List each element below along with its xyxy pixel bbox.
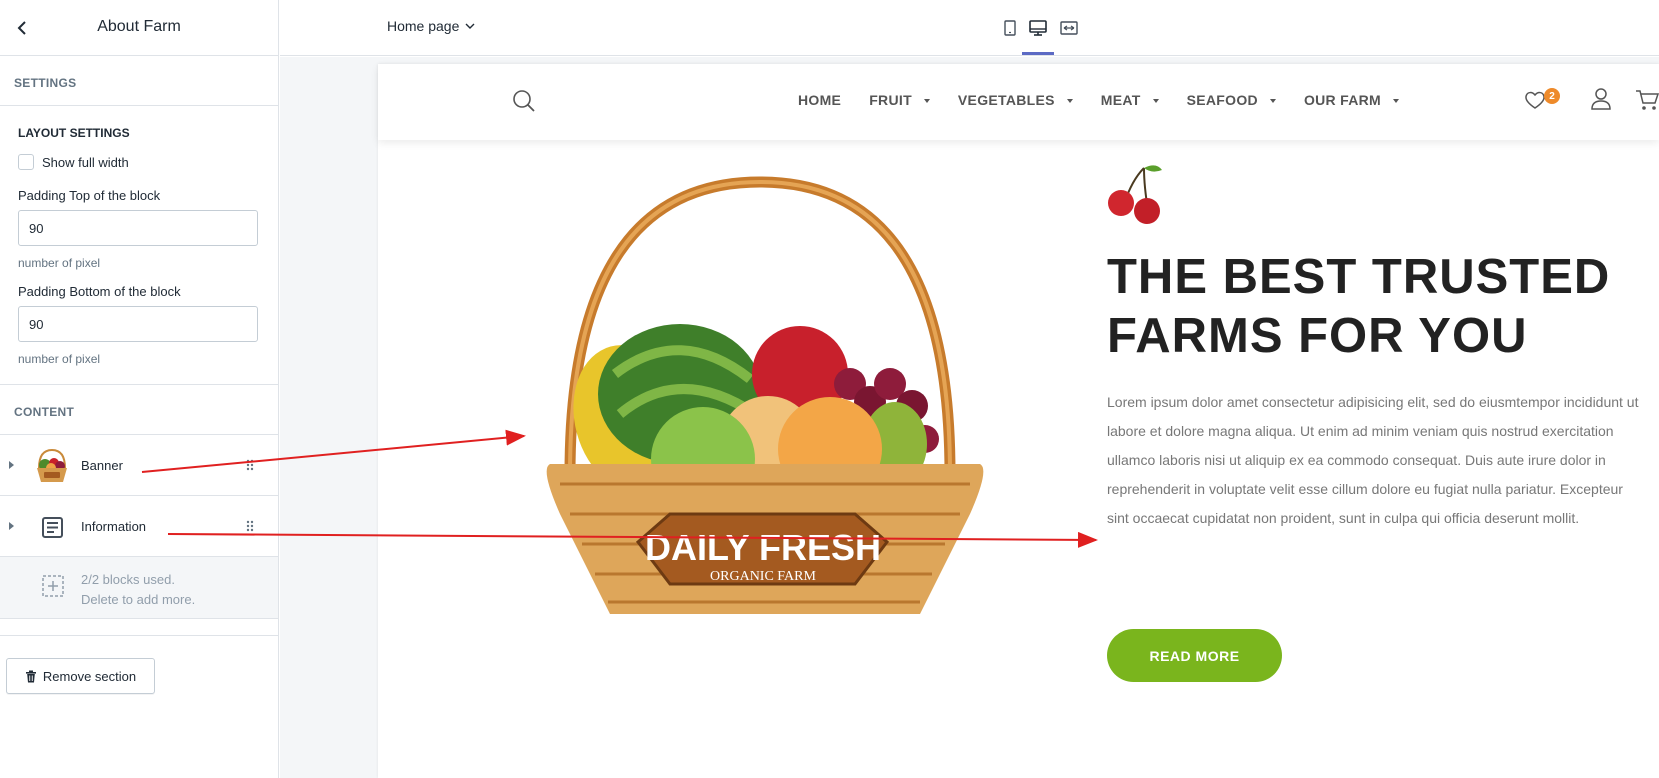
blocks-used-text: 2/2 blocks used. Delete to add more. — [81, 570, 195, 610]
nav-item-label: HOME — [798, 92, 842, 108]
drag-handle-icon[interactable] — [246, 458, 254, 472]
show-full-width-toggle[interactable]: Show full width — [18, 154, 260, 170]
main-nav: HOME FRUIT VEGETABLES MEAT SEAFOOD OUR FARM — [798, 92, 1427, 108]
blocks-used-line1: 2/2 blocks used. — [81, 572, 175, 587]
mobile-icon — [1004, 20, 1016, 36]
block-label-information: Information — [81, 519, 147, 534]
sidebar-title: About Farm — [97, 18, 181, 35]
caret-down-icon — [1269, 98, 1276, 103]
fruit-basket-thumbnail — [37, 448, 67, 482]
nav-item-seafood[interactable]: SEAFOOD — [1187, 92, 1276, 108]
full-width-checkbox[interactable] — [18, 154, 34, 170]
mobile-view-button[interactable] — [998, 16, 1022, 40]
nav-item-meat[interactable]: MEAT — [1101, 92, 1159, 108]
remove-section-area: Remove section — [0, 635, 278, 716]
padding-bottom-label: Padding Bottom of the block — [18, 284, 181, 299]
nav-item-our-farm[interactable]: OUR FARM — [1303, 92, 1400, 108]
remove-section-label: Remove section — [42, 668, 137, 684]
add-block-icon — [42, 575, 64, 597]
nav-item-vegetables[interactable]: VEGETABLES — [958, 92, 1073, 108]
section-settings-sidebar: About Farm SETTINGS LAYOUT SETTINGS Show… — [0, 0, 279, 778]
wishlist-count-badge: 2 — [1544, 88, 1560, 104]
nav-item-label: OUR FARM — [1303, 92, 1382, 108]
heart-icon[interactable] — [1524, 90, 1546, 110]
block-label-banner: Banner — [81, 458, 123, 473]
desktop-view-button[interactable] — [1022, 16, 1054, 55]
caret-down-icon — [1152, 98, 1159, 103]
caret-down-icon — [923, 98, 930, 103]
caret-down-icon — [1393, 98, 1400, 103]
desktop-icon — [1029, 20, 1047, 36]
trash-icon — [25, 670, 36, 682]
padding-bottom-input[interactable]: 90 — [18, 306, 258, 342]
padding-top-label: Padding Top of the block — [18, 188, 161, 203]
nav-item-home[interactable]: HOME — [798, 92, 841, 108]
read-more-button[interactable]: READ MORE — [1107, 629, 1282, 682]
expand-caret-icon[interactable] — [9, 522, 14, 530]
layout-settings: LAYOUT SETTINGS Show full width Padding … — [0, 106, 278, 385]
heading-line-2: FARMS FOR YOU — [1107, 309, 1528, 363]
sidebar-header: About Farm — [0, 0, 278, 56]
theme-editor: About Farm SETTINGS LAYOUT SETTINGS Show… — [0, 0, 1659, 778]
remove-section-button[interactable]: Remove section — [6, 658, 155, 694]
sign-line-1: DAILY FRESH — [645, 527, 881, 568]
nav-item-fruit[interactable]: FRUIT — [869, 92, 930, 108]
padding-bottom-help: number of pixel — [18, 352, 101, 366]
layout-settings-title: LAYOUT SETTINGS — [18, 126, 130, 140]
cart-icon[interactable] — [1635, 88, 1659, 112]
padding-top-input[interactable]: 90 — [18, 210, 258, 246]
editor-topbar: Home page — [280, 0, 1659, 56]
banner-heading: THE BEST TRUSTED FARMS FOR YOU — [1107, 248, 1647, 366]
banner-paragraph: Lorem ipsum dolor amet consectetur adipi… — [1107, 394, 1639, 526]
store-preview: HOME FRUIT VEGETABLES MEAT SEAFOOD OUR FARM 2… — [378, 64, 1659, 778]
page-selector-label: Home page — [387, 18, 460, 34]
caret-down-icon — [1066, 98, 1073, 103]
nav-item-label: SEAFOOD — [1186, 92, 1258, 108]
search-icon[interactable] — [512, 89, 536, 113]
nav-item-label: VEGETABLES — [957, 92, 1055, 108]
full-width-label: Show full width — [42, 154, 129, 170]
blocks-used-notice: 2/2 blocks used. Delete to add more. — [0, 557, 278, 619]
fruit-basket-image: DAILY FRESH ORGANIC FARM — [546, 176, 984, 614]
nav-item-label: FRUIT — [869, 92, 912, 108]
sign-line-2: ORGANIC FARM — [710, 569, 816, 584]
chevron-down-icon — [465, 23, 475, 29]
nav-item-label: MEAT — [1100, 92, 1141, 108]
block-banner[interactable]: Banner — [0, 435, 278, 496]
fullscreen-icon — [1060, 21, 1078, 35]
expand-caret-icon[interactable] — [9, 461, 14, 469]
user-icon[interactable] — [1590, 87, 1612, 111]
text-block-icon — [42, 517, 63, 538]
settings-heading: SETTINGS — [0, 56, 278, 106]
heading-line-1: THE BEST TRUSTED — [1107, 250, 1611, 304]
blocks-used-line2: Delete to add more. — [81, 592, 196, 607]
page-selector[interactable]: Home page — [387, 18, 475, 34]
content-heading: CONTENT — [0, 385, 278, 435]
padding-top-help: number of pixel — [18, 256, 101, 270]
fullscreen-view-button[interactable] — [1057, 16, 1081, 40]
drag-handle-icon[interactable] — [246, 519, 254, 533]
cherry-icon — [1108, 165, 1162, 224]
block-information[interactable]: Information — [0, 496, 278, 557]
store-header: HOME FRUIT VEGETABLES MEAT SEAFOOD OUR FARM 2 — [378, 64, 1659, 140]
